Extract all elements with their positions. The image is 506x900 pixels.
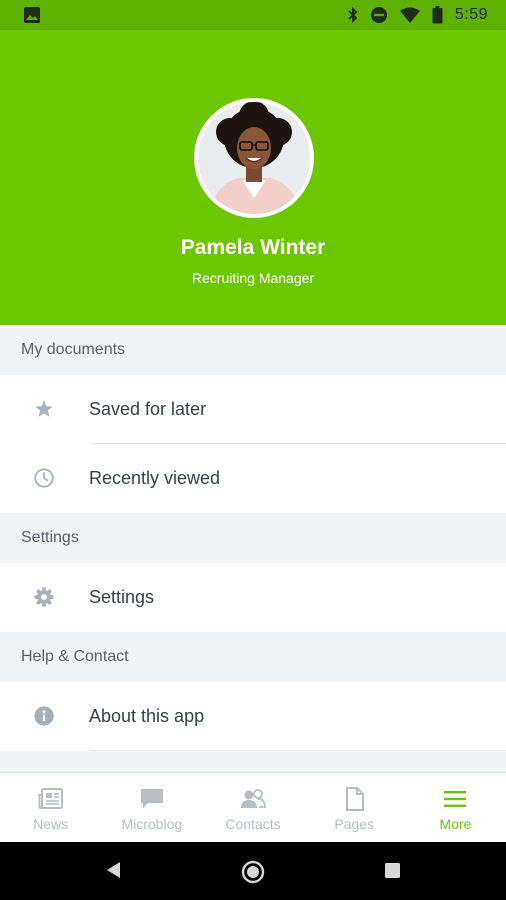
recents-icon[interactable] bbox=[384, 862, 401, 879]
info-icon bbox=[34, 706, 54, 726]
user-name: Pamela Winter bbox=[180, 236, 326, 259]
tab-contacts[interactable]: Contacts bbox=[202, 773, 303, 842]
settings-label: Settings bbox=[89, 587, 155, 607]
tab-pages[interactable]: Pages bbox=[304, 773, 405, 842]
clock-icon bbox=[34, 468, 54, 488]
back-icon[interactable] bbox=[104, 860, 122, 880]
section-header-my-documents: My documents bbox=[0, 325, 506, 375]
home-icon[interactable] bbox=[241, 860, 265, 884]
star-icon bbox=[35, 400, 53, 417]
recently-viewed-item[interactable]: Recently viewed bbox=[0, 444, 506, 513]
bluetooth-icon bbox=[348, 6, 358, 24]
saved-for-later-label: Saved for later bbox=[89, 399, 207, 419]
image-icon bbox=[24, 7, 40, 23]
recently-viewed-label: Recently viewed bbox=[89, 468, 221, 488]
do-not-disturb-icon bbox=[370, 7, 387, 23]
tab-more-label: More bbox=[439, 816, 472, 832]
user-role: Recruiting Manager bbox=[191, 270, 315, 286]
gear-icon bbox=[34, 587, 54, 607]
tab-contacts-label: Contacts bbox=[225, 816, 281, 832]
section-header-help-contact: Help & Contact bbox=[0, 632, 506, 682]
tab-news-label: News bbox=[33, 816, 69, 832]
page-icon bbox=[346, 787, 365, 811]
newspaper-icon bbox=[38, 788, 63, 809]
tab-microblog[interactable]: Microblog bbox=[101, 773, 202, 842]
tab-news[interactable]: News bbox=[0, 773, 101, 842]
tab-more[interactable]: More bbox=[405, 773, 506, 842]
menu-icon bbox=[444, 791, 467, 807]
section-header-settings: Settings bbox=[0, 513, 506, 563]
system-navigation-bar bbox=[0, 842, 506, 900]
tab-microblog-label: Microblog bbox=[121, 816, 183, 832]
wifi-icon bbox=[399, 7, 420, 23]
clock-time: 5:59 bbox=[454, 6, 488, 23]
avatar[interactable] bbox=[194, 98, 314, 218]
battery-icon bbox=[432, 6, 443, 24]
profile-header: Pamela Winter Recruiting Manager bbox=[0, 30, 506, 325]
chat-icon bbox=[140, 789, 163, 808]
saved-for-later-item[interactable]: Saved for later bbox=[0, 375, 506, 444]
divider bbox=[90, 750, 506, 751]
tab-pages-label: Pages bbox=[334, 816, 375, 832]
bottom-tab-bar: News Microblog Contacts Pages More bbox=[0, 772, 506, 842]
about-this-app-label: About this app bbox=[89, 706, 205, 726]
settings-item[interactable]: Settings bbox=[0, 563, 506, 632]
contacts-icon bbox=[241, 789, 266, 808]
status-bar: 5:59 bbox=[0, 0, 506, 30]
about-this-app-item[interactable]: About this app bbox=[0, 682, 506, 751]
